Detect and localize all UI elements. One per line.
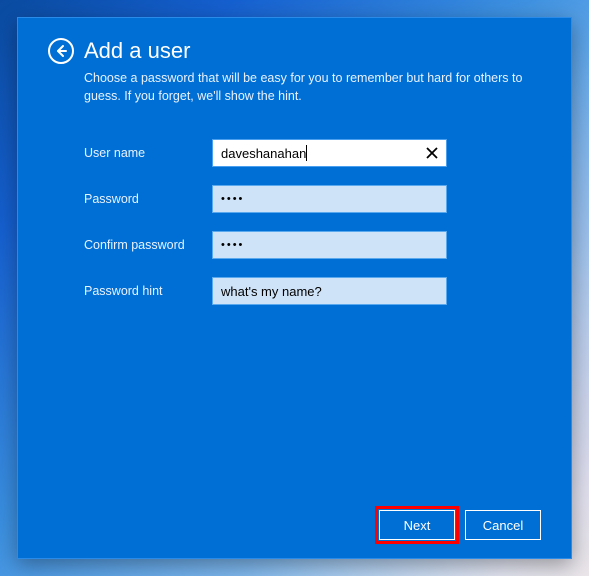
password-value: •••• xyxy=(221,193,244,205)
username-label: User name xyxy=(84,146,212,160)
confirm-password-value: •••• xyxy=(221,239,244,251)
close-icon xyxy=(426,147,438,159)
back-arrow-icon xyxy=(54,44,68,58)
cancel-button[interactable]: Cancel xyxy=(465,510,541,540)
dialog-description: Choose a password that will be easy for … xyxy=(84,70,524,105)
back-button[interactable] xyxy=(48,38,74,64)
add-user-dialog: Add a user Choose a password that will b… xyxy=(17,17,572,559)
cancel-button-label: Cancel xyxy=(483,518,523,533)
text-caret xyxy=(306,145,307,161)
password-label: Password xyxy=(84,192,212,206)
password-field[interactable]: •••• xyxy=(212,185,447,213)
next-button[interactable]: Next xyxy=(379,510,455,540)
field-row-password: Password •••• xyxy=(84,185,541,213)
dialog-footer: Next Cancel xyxy=(48,510,541,540)
dialog-title: Add a user xyxy=(84,38,190,64)
confirm-password-field[interactable]: •••• xyxy=(212,231,447,259)
field-row-hint: Password hint what's my name? xyxy=(84,277,541,305)
next-button-label: Next xyxy=(404,518,431,533)
clear-username-button[interactable] xyxy=(424,145,440,161)
password-hint-field[interactable]: what's my name? xyxy=(212,277,447,305)
dialog-header: Add a user xyxy=(48,38,541,64)
username-field[interactable]: daveshanahan xyxy=(212,139,447,167)
username-value: daveshanahan xyxy=(221,146,306,161)
confirm-password-label: Confirm password xyxy=(84,238,212,252)
form: User name daveshanahan Password •••• Con… xyxy=(84,139,541,323)
field-row-username: User name daveshanahan xyxy=(84,139,541,167)
password-hint-value: what's my name? xyxy=(221,284,322,299)
field-row-confirm: Confirm password •••• xyxy=(84,231,541,259)
password-hint-label: Password hint xyxy=(84,284,212,298)
